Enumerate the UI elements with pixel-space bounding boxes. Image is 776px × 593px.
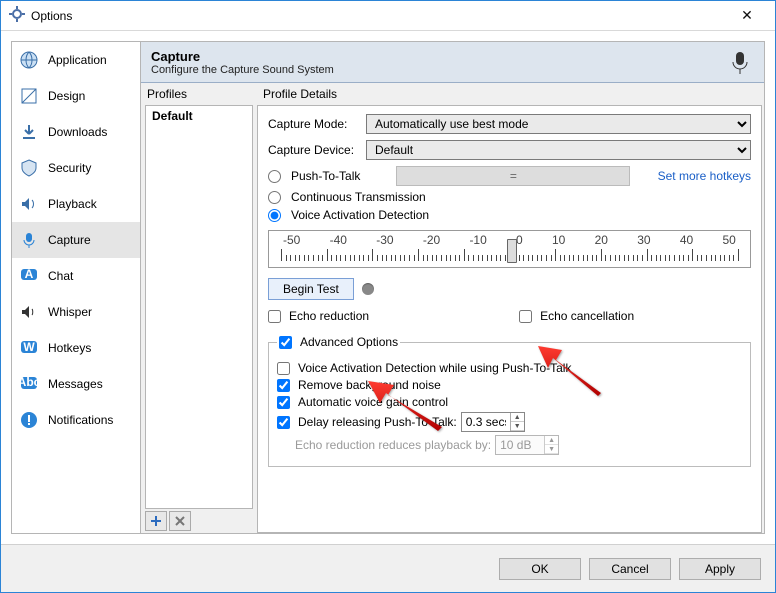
sidebar-item-application[interactable]: Application bbox=[12, 42, 140, 78]
chat-icon: A bbox=[18, 265, 40, 287]
palette-icon bbox=[18, 85, 40, 107]
content: Application Design Downloads Security Pl… bbox=[1, 31, 775, 544]
details-column: Profile Details Capture Mode: Automatica… bbox=[255, 83, 764, 533]
ct-label: Continuous Transmission bbox=[291, 190, 426, 204]
sidebar-item-label: Hotkeys bbox=[48, 341, 91, 355]
sidebar-item-label: Messages bbox=[48, 377, 103, 391]
begin-test-button[interactable]: Begin Test bbox=[268, 278, 354, 300]
sidebar-item-label: Playback bbox=[48, 197, 97, 211]
speaker-icon bbox=[18, 193, 40, 215]
capture-mode-label: Capture Mode: bbox=[268, 117, 360, 131]
sidebar-item-label: Downloads bbox=[48, 125, 107, 139]
messages-icon: Abc bbox=[18, 373, 40, 395]
sidebar-item-label: Application bbox=[48, 53, 107, 67]
sidebar-item-messages[interactable]: Abc Messages bbox=[12, 366, 140, 402]
sidebar-item-label: Chat bbox=[48, 269, 73, 283]
capture-device-label: Capture Device: bbox=[268, 143, 360, 157]
keyboard-icon: W bbox=[18, 337, 40, 359]
download-icon bbox=[18, 121, 40, 143]
adv-agc[interactable]: Automatic voice gain control bbox=[277, 395, 742, 409]
capture-mode-select[interactable]: Automatically use best mode bbox=[366, 114, 751, 134]
adv-noise[interactable]: Remove background noise bbox=[277, 378, 742, 392]
sidebar-item-notifications[interactable]: Notifications bbox=[12, 402, 140, 438]
spinner-down[interactable]: ▼ bbox=[511, 422, 524, 431]
echo-cancellation-option[interactable]: Echo cancellation bbox=[519, 309, 634, 323]
ok-button[interactable]: OK bbox=[499, 558, 581, 580]
delay-value[interactable] bbox=[462, 413, 510, 431]
sidebar-item-capture[interactable]: Capture bbox=[12, 222, 140, 258]
sidebar-item-label: Security bbox=[48, 161, 91, 175]
apply-button[interactable]: Apply bbox=[679, 558, 761, 580]
ptt-label: Push-To-Talk bbox=[291, 169, 360, 183]
sidebar-item-label: Notifications bbox=[48, 413, 113, 427]
bell-icon bbox=[18, 409, 40, 431]
echo-cancellation-checkbox[interactable] bbox=[519, 310, 532, 323]
sidebar-item-label: Capture bbox=[48, 233, 91, 247]
test-indicator-led bbox=[362, 283, 374, 295]
whisper-icon bbox=[18, 301, 40, 323]
app-gear-icon bbox=[9, 6, 25, 25]
sidebar-item-hotkeys[interactable]: W Hotkeys bbox=[12, 330, 140, 366]
delay-spinner[interactable]: ▲▼ bbox=[461, 412, 525, 432]
svg-text:Abc: Abc bbox=[19, 375, 39, 389]
sidebar-item-security[interactable]: Security bbox=[12, 150, 140, 186]
more-hotkeys-link[interactable]: Set more hotkeys bbox=[658, 169, 751, 183]
ct-radio[interactable] bbox=[268, 191, 281, 204]
adv-vad-ptt[interactable]: Voice Activation Detection while using P… bbox=[277, 361, 742, 375]
vad-radio[interactable] bbox=[268, 209, 281, 222]
dialog-footer: OK Cancel Apply bbox=[1, 544, 775, 592]
advanced-checkbox[interactable] bbox=[279, 336, 292, 349]
profiles-column: Profiles Default bbox=[141, 83, 255, 533]
window-title: Options bbox=[31, 9, 727, 23]
sidebar-item-chat[interactable]: A Chat bbox=[12, 258, 140, 294]
titlebar: Options ✕ bbox=[1, 1, 775, 31]
panel-title: Capture bbox=[151, 49, 726, 64]
sidebar: Application Design Downloads Security Pl… bbox=[11, 41, 141, 534]
vad-threshold-slider[interactable]: -50-40-30-20-1001020304050 bbox=[268, 230, 751, 268]
spinner-up[interactable]: ▲ bbox=[511, 413, 524, 422]
adv-delay[interactable]: Delay releasing Push-To-Talk: bbox=[277, 415, 457, 429]
capture-device-select[interactable]: Default bbox=[366, 140, 751, 160]
details-box: Capture Mode: Automatically use best mod… bbox=[257, 105, 762, 533]
echo-red-playback-label: Echo reduction reduces playback by: bbox=[295, 438, 491, 452]
options-window: Options ✕ Application Design Downloads S… bbox=[0, 0, 776, 593]
shield-icon bbox=[18, 157, 40, 179]
sidebar-item-label: Design bbox=[48, 89, 85, 103]
panel-subtitle: Configure the Capture Sound System bbox=[151, 64, 726, 76]
microphone-icon bbox=[18, 229, 40, 251]
main-panel: Capture Configure the Capture Sound Syst… bbox=[141, 41, 765, 534]
globe-icon bbox=[18, 49, 40, 71]
echo-reduction-option[interactable]: Echo reduction bbox=[268, 309, 369, 323]
svg-text:A: A bbox=[25, 267, 34, 281]
sidebar-item-downloads[interactable]: Downloads bbox=[12, 114, 140, 150]
remove-profile-button[interactable] bbox=[169, 511, 191, 531]
echo-red-spinner: ▲▼ bbox=[495, 435, 559, 455]
echo-reduction-checkbox[interactable] bbox=[268, 310, 281, 323]
sidebar-item-whisper[interactable]: Whisper bbox=[12, 294, 140, 330]
vad-label: Voice Activation Detection bbox=[291, 208, 429, 222]
advanced-toggle[interactable]: Advanced Options bbox=[279, 335, 398, 349]
header-mic-icon bbox=[726, 48, 754, 76]
details-label: Profile Details bbox=[257, 83, 762, 105]
profile-item[interactable]: Default bbox=[146, 106, 252, 126]
ptt-hotkey-display[interactable]: = bbox=[396, 166, 630, 186]
close-button[interactable]: ✕ bbox=[727, 1, 767, 30]
advanced-options-group: Advanced Options Voice Activation Detect… bbox=[268, 332, 751, 467]
panel-header: Capture Configure the Capture Sound Syst… bbox=[141, 42, 764, 83]
cancel-button[interactable]: Cancel bbox=[589, 558, 671, 580]
ptt-radio[interactable] bbox=[268, 170, 281, 183]
profiles-list[interactable]: Default bbox=[145, 105, 253, 509]
svg-text:W: W bbox=[23, 340, 35, 354]
add-profile-button[interactable] bbox=[145, 511, 167, 531]
slider-handle[interactable] bbox=[507, 239, 517, 263]
sidebar-item-label: Whisper bbox=[48, 305, 92, 319]
sidebar-item-design[interactable]: Design bbox=[12, 78, 140, 114]
profiles-label: Profiles bbox=[141, 83, 255, 105]
sidebar-item-playback[interactable]: Playback bbox=[12, 186, 140, 222]
